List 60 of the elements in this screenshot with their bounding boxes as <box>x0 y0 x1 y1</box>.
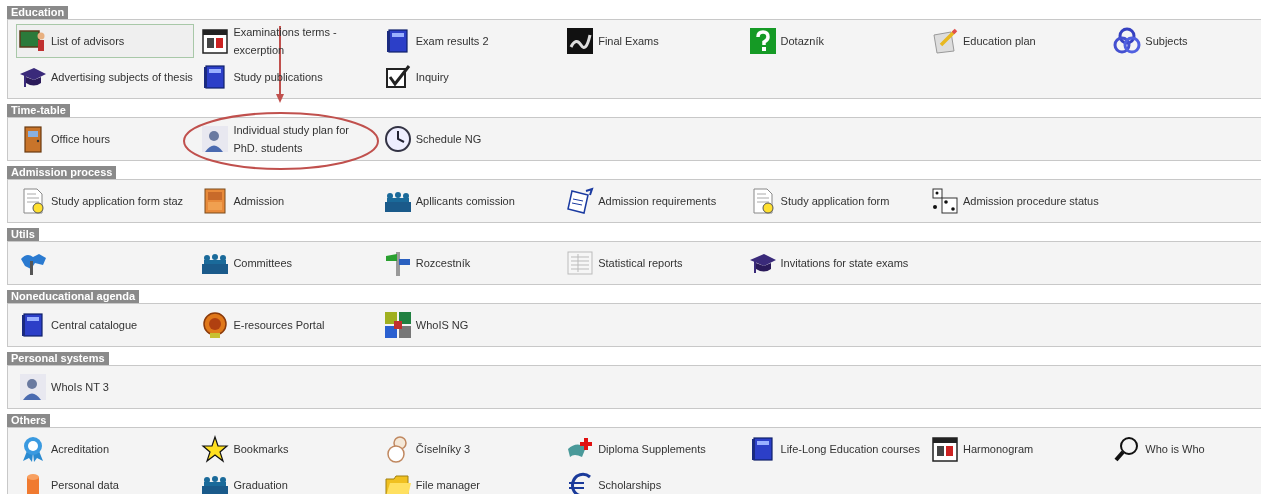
app-link[interactable]: Central catalogue <box>16 308 194 342</box>
app-link[interactable]: Study application form <box>745 184 924 218</box>
medallion-icon <box>201 311 230 339</box>
app-link[interactable]: Harmonogram <box>927 432 1106 466</box>
signpost-icon <box>383 249 412 277</box>
calendar-icon <box>201 27 230 55</box>
app-link[interactable]: Číselníky 3 <box>380 432 559 466</box>
app-link[interactable]: Schedule NG <box>380 122 559 156</box>
report-icon <box>566 249 595 277</box>
app-link[interactable]: Rozcestník <box>380 246 559 280</box>
checkbox-icon <box>383 63 412 91</box>
app-link[interactable]: Diploma Supplements <box>563 432 742 466</box>
app-link[interactable]: Committees <box>198 246 377 280</box>
dark-tile-icon <box>566 27 595 55</box>
section-title: Personal systems <box>7 352 109 365</box>
app-link[interactable]: Life-Long Education courses <box>745 432 924 466</box>
app-link[interactable]: Statistical reports <box>563 246 742 280</box>
app-link[interactable]: File manager <box>380 468 559 494</box>
knot-icon <box>1113 27 1142 55</box>
dice-icon <box>930 187 959 215</box>
clock-icon <box>383 125 412 153</box>
app-link[interactable]: Admission <box>198 184 377 218</box>
section-title: Admission process <box>7 166 117 179</box>
app-link[interactable]: Office hours <box>16 122 194 156</box>
app-link[interactable]: List of advisors <box>16 24 194 58</box>
app-link[interactable]: Admission procedure status <box>927 184 1106 218</box>
app-link[interactable]: Education plan <box>927 24 1106 58</box>
app-link[interactable]: Who is Who <box>1110 432 1261 466</box>
calendar-icon <box>930 435 959 463</box>
app-link[interactable]: Final Exams <box>563 24 742 58</box>
app-link[interactable]: Personal data <box>16 468 194 494</box>
app-link[interactable]: Advertising subjects of thesis <box>16 60 194 94</box>
app-link[interactable]: WhoIS NG <box>380 308 559 342</box>
app-link[interactable]: Graduation <box>198 468 377 494</box>
clipboard-icon <box>566 187 595 215</box>
section-title: Noneducational agenda <box>7 290 140 303</box>
app-link[interactable]: Bookmarks <box>198 432 377 466</box>
pencil-paper-icon <box>930 27 959 55</box>
app-link[interactable]: WhoIs NT 3 <box>16 370 194 404</box>
app-link[interactable]: Dotazník <box>745 24 924 58</box>
app-link[interactable]: Scholarships <box>563 468 742 494</box>
section-title: Education <box>7 6 69 19</box>
person-icon <box>19 373 47 401</box>
app-link[interactable]: E-resources Portal <box>198 308 377 342</box>
app-link[interactable]: Subjects <box>1110 24 1261 58</box>
app-link[interactable]: Inquiry <box>380 60 559 94</box>
app-link[interactable]: Study application form staz <box>16 184 194 218</box>
tiles-icon <box>383 311 412 339</box>
app-link[interactable]: Invitations for state exams <box>745 246 924 280</box>
section-title: Utils <box>7 228 39 241</box>
app-link[interactable]: Individual study plan for PhD. students <box>198 122 377 156</box>
app-link[interactable]: Exam results 2 <box>380 24 559 58</box>
section-title: Others <box>7 414 51 427</box>
help-tile-icon <box>748 27 777 55</box>
app-link[interactable]: Acreditation <box>16 432 194 466</box>
section-title: Time-table <box>7 104 70 117</box>
app-link[interactable]: Admission requirements <box>563 184 742 218</box>
app-link[interactable]: Apllicants comission <box>380 184 559 218</box>
person-icon <box>201 125 230 153</box>
star-icon <box>201 435 230 463</box>
